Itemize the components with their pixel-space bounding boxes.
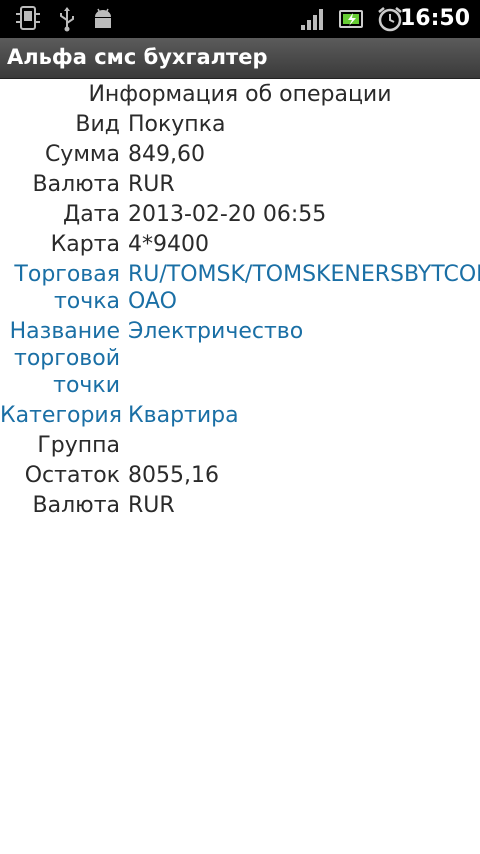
detail-value: 849,60 bbox=[128, 142, 205, 167]
detail-label: Дата bbox=[63, 202, 120, 227]
clock-time: 16:50 bbox=[399, 6, 470, 31]
detail-label: Вид bbox=[75, 112, 120, 137]
detail-value[interactable]: RU/TOMSK/TOMSKENERSBYTCOM OAO bbox=[128, 261, 480, 315]
usb-icon bbox=[56, 6, 78, 36]
detail-row-currency: Валюта RUR bbox=[0, 170, 480, 200]
detail-row-type: Вид Покупка bbox=[0, 110, 480, 140]
detail-row-balance-currency: Валюта RUR bbox=[0, 491, 480, 521]
signal-icon bbox=[300, 6, 326, 36]
app-title: Альфа смс бухгалтер bbox=[7, 45, 268, 69]
operation-details: Информация об операции Вид Покупка Сумма… bbox=[0, 79, 480, 521]
detail-row-card: Карта 4*9400 bbox=[0, 230, 480, 260]
android-icon bbox=[92, 6, 114, 36]
detail-row-merchant-name[interactable]: Название торговой точки Электричество bbox=[0, 317, 480, 401]
app-title-bar: Альфа смс бухгалтер bbox=[0, 38, 480, 79]
detail-row-category[interactable]: Категория Квартира bbox=[0, 401, 480, 431]
detail-row-date: Дата 2013-02-20 06:55 bbox=[0, 200, 480, 230]
detail-value bbox=[128, 432, 480, 459]
detail-label: Карта bbox=[50, 232, 120, 257]
detail-label: Сумма bbox=[44, 142, 120, 167]
detail-value[interactable]: Электричество bbox=[128, 318, 480, 399]
detail-value: 4*9400 bbox=[128, 232, 209, 257]
detail-value: 8055,16 bbox=[128, 463, 219, 488]
detail-value: RUR bbox=[128, 493, 175, 518]
battery-charging-icon bbox=[339, 6, 365, 36]
status-bar: 16:50 bbox=[0, 0, 480, 38]
detail-row-merchant-point[interactable]: Торговая точка RU/TOMSK/TOMSKENERSBYTCOM… bbox=[0, 260, 480, 317]
detail-row-balance: Остаток 8055,16 bbox=[0, 461, 480, 491]
detail-label[interactable]: Торговая точка bbox=[0, 261, 128, 315]
detail-label: Валюта bbox=[32, 493, 120, 518]
detail-label: Группа bbox=[37, 433, 120, 458]
detail-label[interactable]: Название торговой точки bbox=[0, 318, 128, 399]
details-heading: Информация об операции bbox=[88, 82, 392, 107]
detail-value: RUR bbox=[128, 172, 175, 197]
detail-value: 2013-02-20 06:55 bbox=[128, 202, 327, 227]
detail-label[interactable]: Категория bbox=[0, 402, 128, 429]
detail-row-group: Группа bbox=[0, 431, 480, 461]
detail-value[interactable]: Квартира bbox=[128, 402, 480, 429]
detail-label: Валюта bbox=[32, 172, 120, 197]
phone-sync-icon bbox=[14, 6, 42, 36]
detail-value: Покупка bbox=[128, 112, 226, 137]
detail-label: Остаток bbox=[24, 463, 120, 488]
detail-row-amount: Сумма 849,60 bbox=[0, 140, 480, 170]
